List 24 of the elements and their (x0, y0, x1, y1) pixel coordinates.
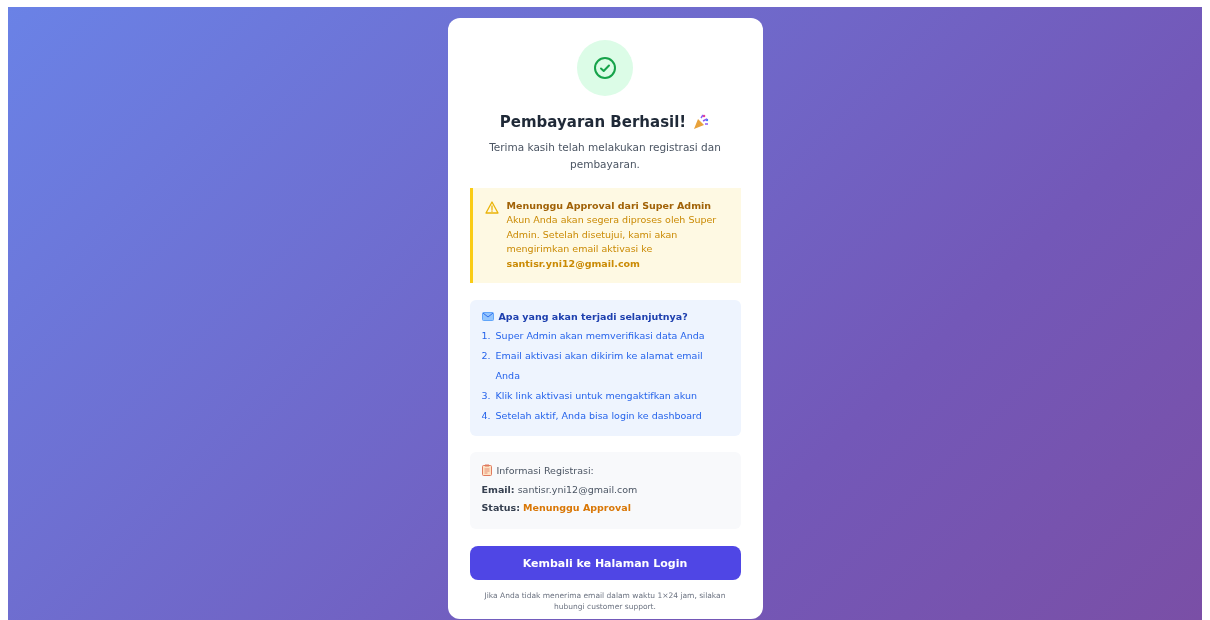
info-value: santisr.yni12@gmail.com (517, 483, 638, 497)
info-value: Menunggu Approval (523, 501, 631, 515)
step-text: Super Admin akan memverifikasi data Anda (495, 329, 705, 343)
info-label: Email: (481, 483, 515, 497)
envelope-icon (481, 312, 494, 321)
step-text: Email aktivasi akan dikirim ke alamat email Anda (495, 349, 704, 383)
steps-title: Apa yang akan terjadi selanjutnya? (498, 311, 688, 322)
check-circle-icon (593, 56, 617, 80)
clipboard-icon (481, 464, 492, 476)
back-to-login-button[interactable]: Kembali ke Halaman Login (469, 546, 741, 580)
warning-title: Menunggu Approval dari Super Admin (506, 200, 713, 211)
step-number: 3. (481, 389, 491, 403)
success-title: Pembayaran Berhasil! (499, 113, 687, 131)
step-number: 1. (481, 329, 491, 343)
step-text: Klik link aktivasi untuk mengaktifkan akun (495, 389, 697, 403)
info-title: Informasi Registrasi: (496, 464, 594, 476)
info-label: Status: (481, 501, 521, 515)
warning-message: Akun Anda akan segera diproses oleh Super Admin. Setelah disetujui, kami akan mengirimkan email aktivasi ke santisr.yni12@gmail.com (506, 213, 718, 271)
step-number: 2. (481, 349, 491, 363)
warning-icon (484, 201, 499, 214)
party-popper-icon (692, 113, 711, 131)
success-message: Terima kasih telah melakukan registrasi dan pembayaran. (488, 140, 722, 172)
step-number: 4. (481, 409, 491, 423)
step-text: Setelah aktif, Anda bisa login ke dashboard (495, 409, 702, 423)
